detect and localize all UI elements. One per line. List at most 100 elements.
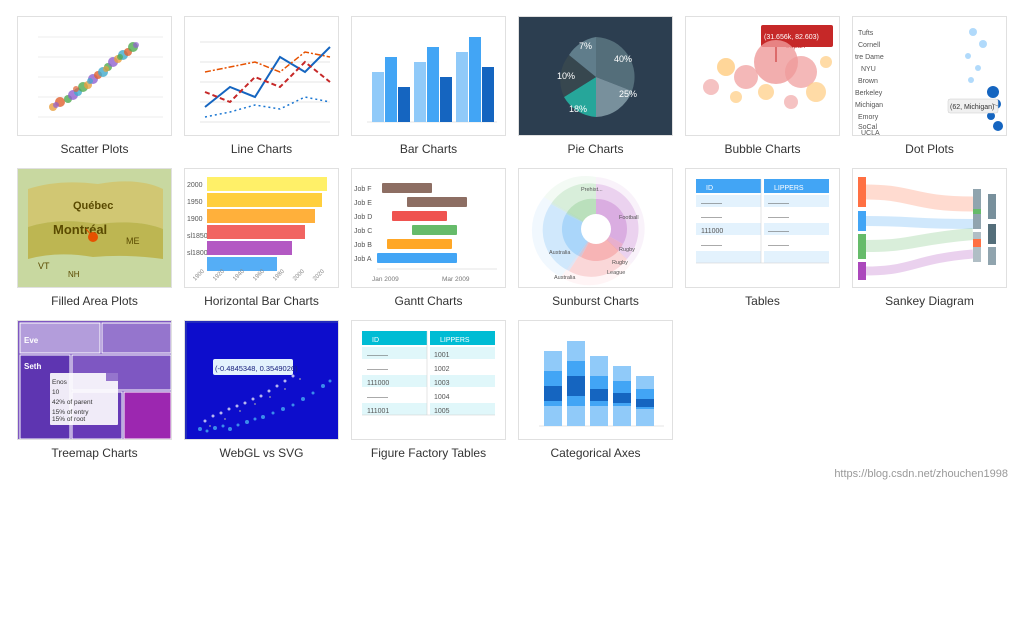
- svg-text:Enos: Enos: [52, 379, 68, 386]
- chart-item-gantt[interactable]: Job F Job E Job D Job C Job B Job A Jan …: [350, 168, 507, 308]
- chart-item-sankey[interactable]: Sankey Diagram: [851, 168, 1008, 308]
- svg-text:ID: ID: [372, 337, 379, 344]
- chart-thumb-dot[interactable]: Tufts Cornell tre Dame NYU Brown Berkele…: [852, 16, 1007, 136]
- chart-thumb-bubble[interactable]: (31.656k, 82.603) Japan: [685, 16, 840, 136]
- chart-label-bar: Bar Charts: [400, 142, 457, 156]
- svg-text:sl1800: sl1800: [187, 250, 208, 257]
- svg-text:Job D: Job D: [354, 214, 372, 221]
- svg-text:Emory: Emory: [858, 114, 879, 121]
- svg-text:tre Dame: tre Dame: [855, 54, 884, 61]
- svg-text:1900: 1900: [187, 216, 203, 223]
- svg-text:7%: 7%: [579, 41, 592, 51]
- svg-text:Rugby: Rugby: [612, 260, 628, 266]
- chart-thumb-webgl[interactable]: (-0.4845348, 0.3549026): [184, 320, 339, 440]
- svg-text:LIPPERS: LIPPERS: [440, 337, 470, 344]
- svg-text:2000: 2000: [292, 268, 306, 282]
- chart-thumb-farea[interactable]: Québec Montréal ME VT NH: [17, 168, 172, 288]
- chart-label-gantt: Gantt Charts: [394, 294, 462, 308]
- chart-item-bar[interactable]: Bar Charts: [350, 16, 507, 156]
- chart-thumb-sankey[interactable]: [852, 168, 1007, 288]
- svg-text:2020: 2020: [312, 268, 326, 282]
- svg-text:Job A: Job A: [354, 256, 372, 263]
- svg-text:1002: 1002: [434, 366, 450, 373]
- svg-text:1004: 1004: [434, 394, 450, 401]
- chart-item-line[interactable]: Line Charts: [183, 16, 340, 156]
- chart-thumb-bar[interactable]: [351, 16, 506, 136]
- chart-label-dot: Dot Plots: [905, 142, 954, 156]
- chart-label-treemap: Treemap Charts: [51, 446, 137, 460]
- footer-text: https://blog.csdn.net/zhouchen1998: [834, 468, 1008, 480]
- svg-text:(-0.4845348, 0.3549026): (-0.4845348, 0.3549026): [215, 364, 298, 373]
- svg-text:Australia: Australia: [549, 250, 571, 256]
- chart-item-cat[interactable]: Categorical Axes: [517, 320, 674, 460]
- svg-text:15% of entry: 15% of entry: [52, 409, 89, 416]
- chart-item-treemap[interactable]: Eve Seth Enos 10 42% of parent 15% of en…: [16, 320, 173, 460]
- chart-label-cat: Categorical Axes: [550, 446, 640, 460]
- svg-text:Prehist...: Prehist...: [581, 187, 603, 193]
- svg-text:———: ———: [768, 200, 789, 207]
- svg-text:Michigan: Michigan: [855, 102, 883, 109]
- svg-text:111001: 111001: [367, 408, 389, 415]
- chart-item-hbar[interactable]: 2000 1950 1900 sl1850 sl1800 1900 1920 1…: [183, 168, 340, 308]
- chart-label-farea: Filled Area Plots: [51, 294, 138, 308]
- svg-text:NH: NH: [68, 270, 80, 279]
- svg-text:Brown: Brown: [858, 78, 878, 85]
- chart-label-table: Tables: [745, 294, 780, 308]
- svg-text:40%: 40%: [614, 54, 632, 64]
- chart-item-farea[interactable]: Québec Montréal ME VT NH Filled Area Plo…: [16, 168, 173, 308]
- svg-text:League: League: [607, 270, 625, 276]
- svg-text:LIPPERS: LIPPERS: [774, 185, 804, 192]
- svg-text:Seth: Seth: [24, 362, 41, 371]
- svg-text:1001: 1001: [434, 352, 450, 359]
- chart-label-bubble: Bubble Charts: [724, 142, 800, 156]
- chart-thumb-table[interactable]: ID LIPPERS ——— ——— ——— ——— 111000 ——: [685, 168, 840, 288]
- chart-item-webgl[interactable]: (-0.4845348, 0.3549026) WebGL vs SVG: [183, 320, 340, 460]
- svg-text:111000: 111000: [367, 380, 389, 387]
- svg-text:Québec: Québec: [73, 200, 113, 212]
- chart-thumb-sunburst[interactable]: Prehist... Football Rugby Rugby League A…: [518, 168, 673, 288]
- svg-text:Jan 2009: Jan 2009: [372, 276, 399, 283]
- svg-text:Rugby: Rugby: [619, 247, 635, 253]
- svg-text:UCLA: UCLA: [861, 130, 880, 136]
- chart-label-sunburst: Sunburst Charts: [552, 294, 639, 308]
- chart-thumb-ff[interactable]: ID LIPPERS ——— 1001 ——— 1002 111000: [351, 320, 506, 440]
- chart-item-sunburst[interactable]: Prehist... Football Rugby Rugby League A…: [517, 168, 674, 308]
- chart-item-dot[interactable]: Tufts Cornell tre Dame NYU Brown Berkele…: [851, 16, 1008, 156]
- svg-text:111000: 111000: [701, 228, 723, 235]
- chart-thumb-scatter[interactable]: [17, 16, 172, 136]
- footer-attribution: https://blog.csdn.net/zhouchen1998: [16, 468, 1008, 480]
- chart-gallery: Scatter Plots Line Charts: [16, 16, 1008, 460]
- svg-text:———: ———: [701, 242, 722, 249]
- chart-label-webgl: WebGL vs SVG: [219, 446, 303, 460]
- chart-label-hbar: Horizontal Bar Charts: [204, 294, 319, 308]
- chart-thumb-line[interactable]: [184, 16, 339, 136]
- svg-text:1005: 1005: [434, 408, 450, 415]
- svg-text:Berkeley: Berkeley: [855, 90, 883, 97]
- svg-text:1900: 1900: [192, 268, 206, 282]
- svg-text:1950: 1950: [187, 199, 203, 206]
- svg-text:Job E: Job E: [354, 200, 372, 207]
- chart-item-table[interactable]: ID LIPPERS ——— ——— ——— ——— 111000 ——: [684, 168, 841, 308]
- svg-text:10%: 10%: [557, 71, 575, 81]
- chart-thumb-cat[interactable]: [518, 320, 673, 440]
- svg-text:25%: 25%: [619, 89, 637, 99]
- svg-text:10: 10: [52, 389, 60, 396]
- svg-text:Tufts: Tufts: [858, 30, 874, 37]
- svg-text:sl1850: sl1850: [187, 233, 208, 240]
- chart-item-ff[interactable]: ID LIPPERS ——— 1001 ——— 1002 111000: [350, 320, 507, 460]
- svg-text:ID: ID: [706, 185, 713, 192]
- chart-thumb-gantt[interactable]: Job F Job E Job D Job C Job B Job A Jan …: [351, 168, 506, 288]
- svg-text:18%: 18%: [569, 104, 587, 114]
- chart-thumb-pie[interactable]: 40% 25% 18% 10% 7%: [518, 16, 673, 136]
- chart-thumb-treemap[interactable]: Eve Seth Enos 10 42% of parent 15% of en…: [17, 320, 172, 440]
- svg-text:(31.656k, 82.603): (31.656k, 82.603): [764, 34, 819, 41]
- chart-thumb-hbar[interactable]: 2000 1950 1900 sl1850 sl1800 1900 1920 1…: [184, 168, 339, 288]
- chart-item-bubble[interactable]: (31.656k, 82.603) Japan Bubble Charts: [684, 16, 841, 156]
- svg-text:Australia: Australia: [554, 275, 576, 281]
- chart-item-scatter[interactable]: Scatter Plots: [16, 16, 173, 156]
- svg-text:Mar 2009: Mar 2009: [442, 276, 470, 283]
- chart-item-pie[interactable]: 40% 25% 18% 10% 7% Pie Charts: [517, 16, 674, 156]
- svg-text:———: ———: [367, 394, 388, 401]
- svg-text:———: ———: [768, 214, 789, 221]
- svg-text:NYU: NYU: [861, 66, 876, 73]
